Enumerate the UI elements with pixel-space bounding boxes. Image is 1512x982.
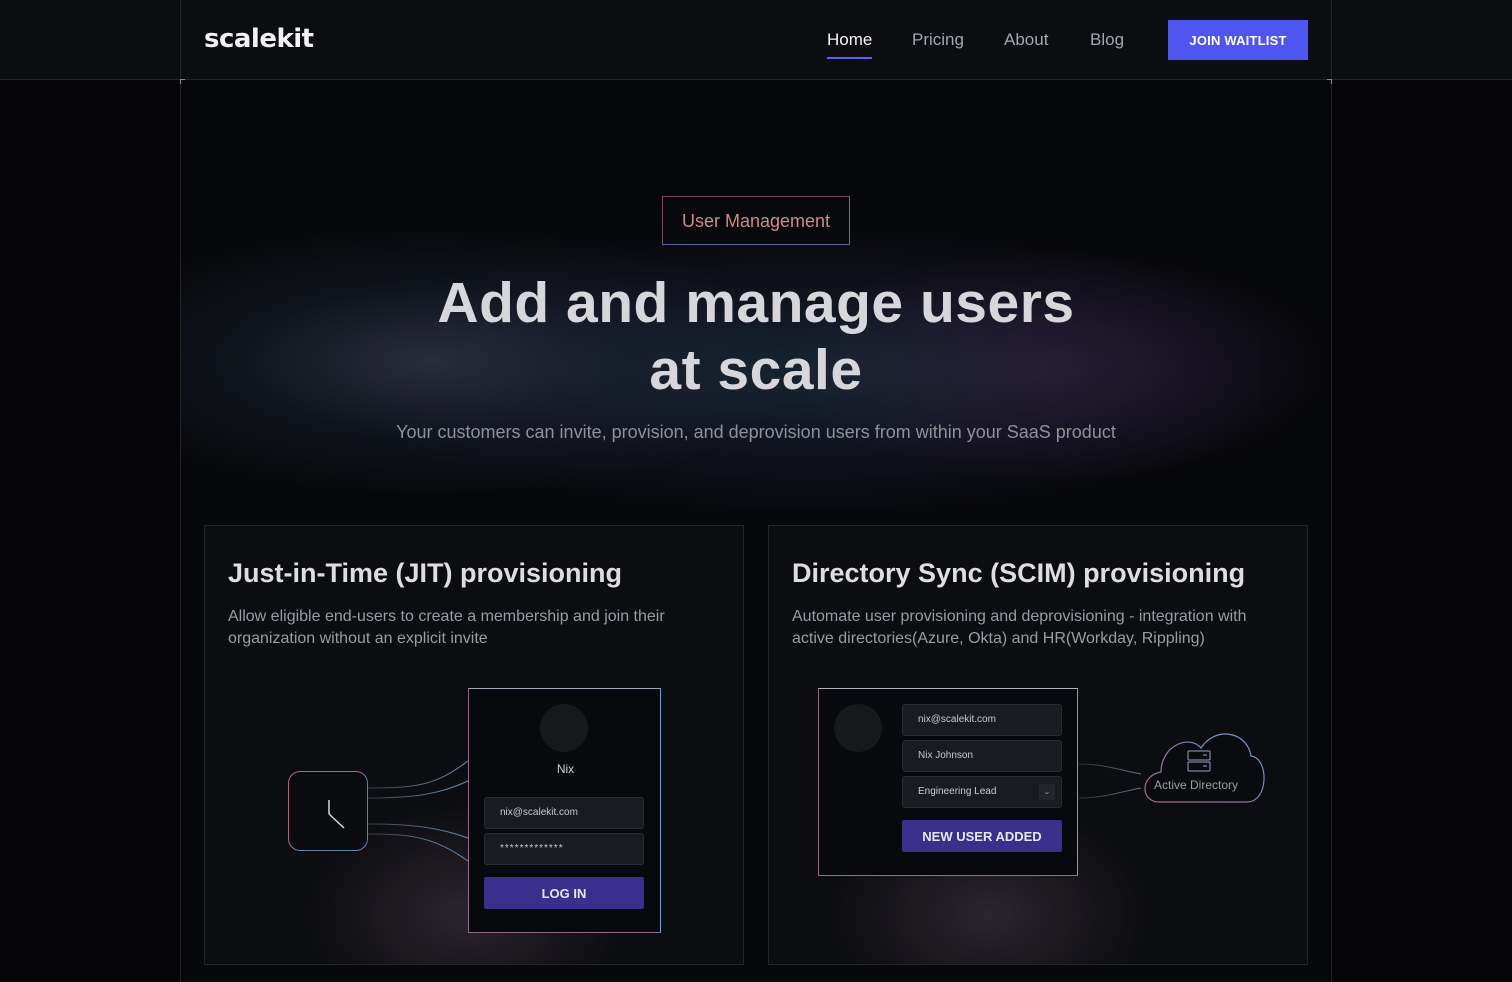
cloud-connector (1078, 733, 1265, 803)
jit-card: Just-in-Time (JIT) provisioning Allow el… (204, 525, 744, 965)
active-directory-label: Active Directory (1154, 778, 1239, 792)
nav-active-indicator (827, 57, 872, 59)
login-button[interactable]: LOG IN (484, 877, 644, 909)
nav-link-home[interactable]: Home (827, 30, 872, 50)
page: scalekit Home Pricing About Blog JOIN WA… (0, 0, 1512, 982)
clock-icon-box (288, 771, 368, 851)
join-waitlist-button[interactable]: JOIN WAITLIST (1168, 20, 1308, 60)
password-field[interactable]: ************* (484, 833, 644, 865)
email-field[interactable]: nix@scalekit.com (484, 797, 644, 829)
nav-link-about[interactable]: About (1004, 30, 1048, 50)
frame-line-right (1331, 0, 1332, 982)
hero-title: Add and manage users at scale (356, 270, 1156, 404)
nav-link-pricing[interactable]: Pricing (912, 30, 964, 50)
section-badge: User Management (662, 196, 850, 245)
avatar (540, 704, 588, 752)
login-form-panel: Nix nix@scalekit.com ************* LOG I… (468, 688, 661, 933)
hero-title-line-1: Add and manage users (437, 271, 1075, 335)
hero-title-line-2: at scale (649, 338, 863, 402)
user-name: Nix (556, 762, 575, 776)
clock-icon (328, 800, 345, 829)
top-nav: scalekit Home Pricing About Blog JOIN WA… (0, 0, 1512, 80)
logo[interactable]: scalekit (204, 24, 314, 54)
nav-link-blog[interactable]: Blog (1090, 30, 1124, 50)
frame-line-left (180, 0, 181, 982)
hero-subtitle: Your customers can invite, provision, an… (396, 422, 1116, 442)
scim-card: Directory Sync (SCIM) provisioning Autom… (768, 525, 1308, 965)
